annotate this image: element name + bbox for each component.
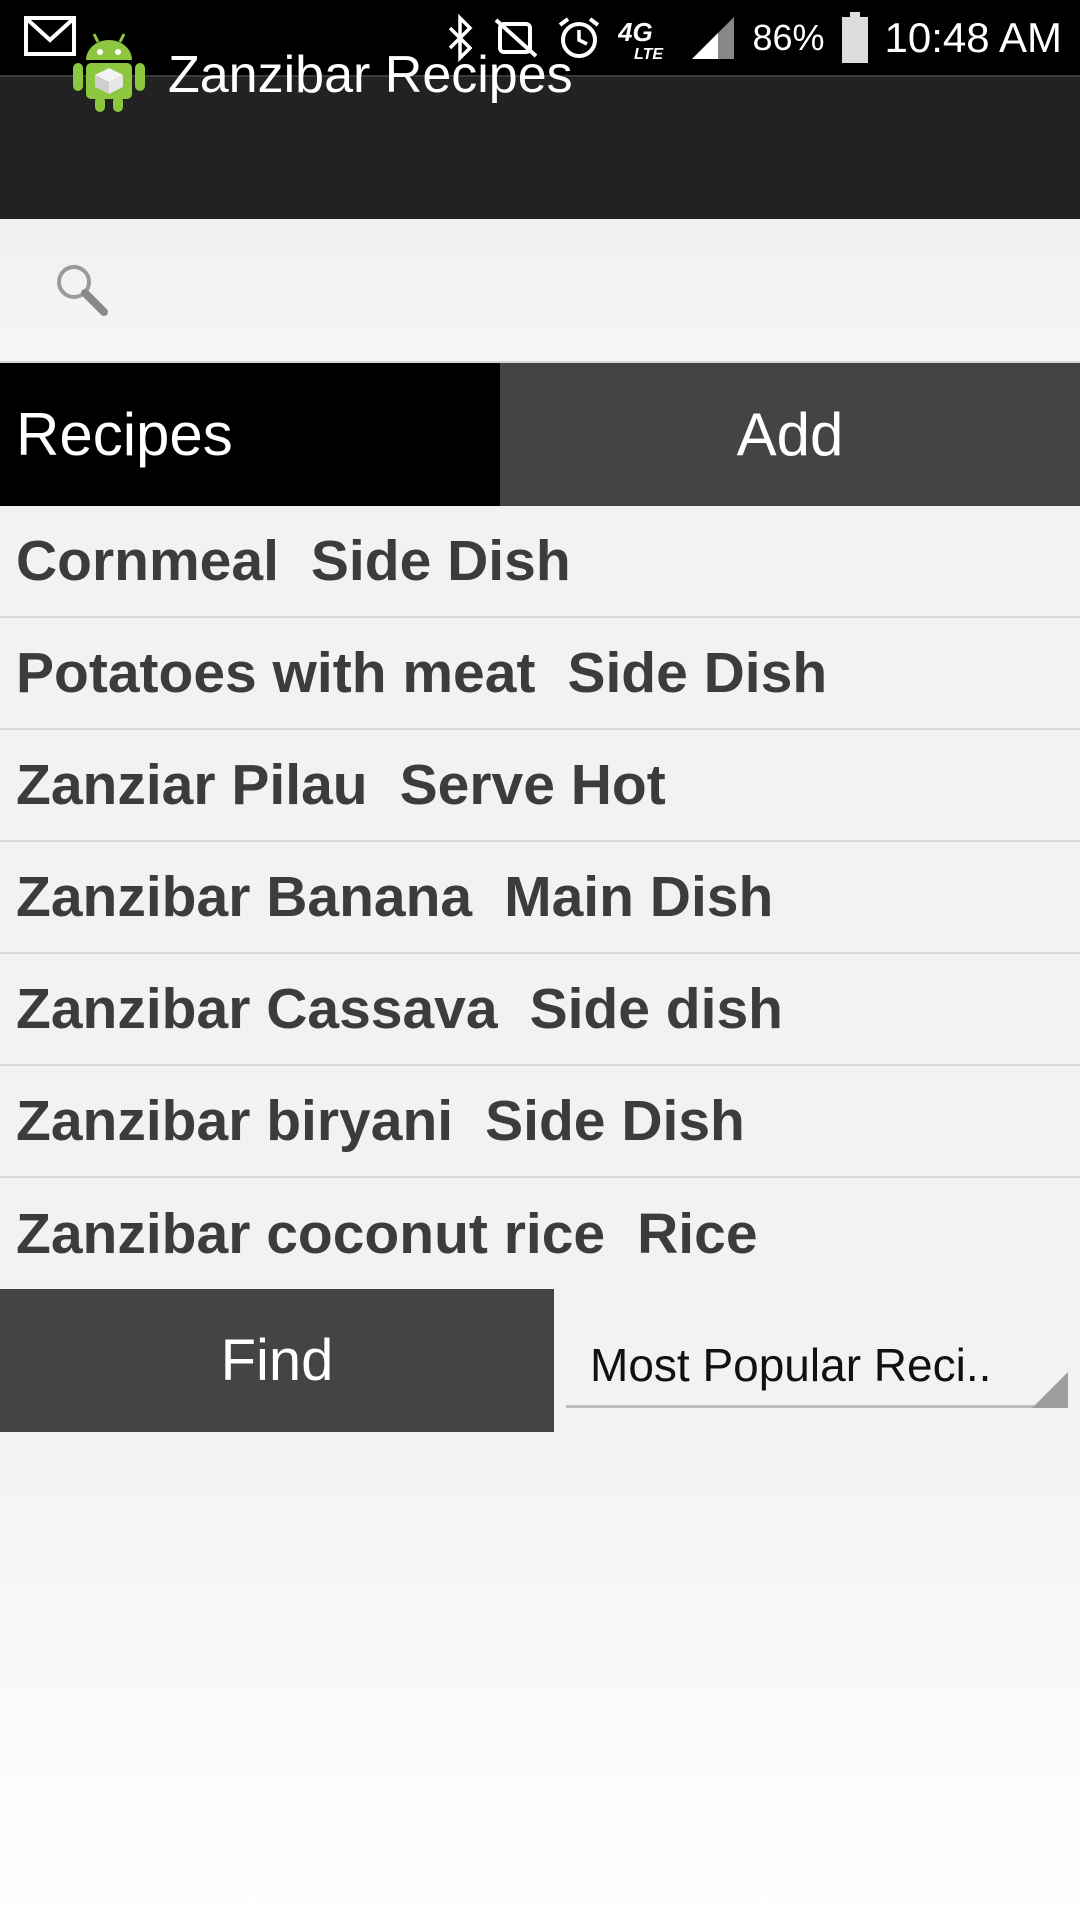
recipe-category: Side Dish [310, 529, 571, 593]
status-time: 10:48 AM [884, 13, 1062, 61]
battery-icon [841, 11, 869, 64]
list-item[interactable]: Zanzibar Cassava Side dish [0, 954, 1080, 1066]
screen: 4G LTE 86% 10:48 AM Zanzibar Recipes Rec… [0, 0, 1080, 1920]
recipe-name: Zanzibar Cassava [16, 977, 498, 1041]
recipe-name: Zanzibar coconut rice [16, 1202, 606, 1266]
tab-add[interactable]: Add [500, 363, 1080, 506]
search-icon[interactable] [52, 260, 112, 320]
recipe-category: Side Dish [485, 1089, 745, 1153]
battery-percentage: 86% [752, 16, 825, 58]
svg-text:4G: 4G [618, 17, 653, 47]
lte-icon: 4G LTE [618, 15, 674, 61]
find-button[interactable]: Find [0, 1289, 554, 1432]
find-button-label: Find [220, 1328, 334, 1393]
recipe-list: Cornmeal Side Dish Potatoes with meat Si… [0, 506, 1080, 1290]
list-item[interactable]: Cornmeal Side Dish [0, 506, 1080, 618]
recipe-name: Zanzibar biryani [16, 1089, 454, 1153]
signal-icon [690, 15, 736, 61]
recipe-category: Main Dish [504, 865, 774, 929]
recipe-category: Side Dish [567, 641, 828, 705]
tab-recipes[interactable]: Recipes [0, 363, 500, 506]
tab-recipes-label: Recipes [16, 401, 233, 468]
search-input[interactable] [130, 245, 1030, 335]
tab-add-label: Add [736, 401, 844, 468]
svg-text:LTE: LTE [634, 46, 664, 61]
list-item[interactable]: Zanzibar biryani Side Dish [0, 1066, 1080, 1178]
list-item[interactable]: Zanzibar Banana Main Dish [0, 842, 1080, 954]
list-item[interactable]: Potatoes with meat Side Dish [0, 618, 1080, 730]
empty-area [0, 1432, 1080, 1920]
recipe-category: Side dish [529, 977, 783, 1041]
list-item[interactable]: Zanziar Pilau Serve Hot [0, 730, 1080, 842]
gmail-icon [24, 16, 76, 56]
recipe-name: Cornmeal [16, 529, 279, 593]
app-title: Zanzibar Recipes [168, 46, 573, 104]
recipe-name: Zanziar Pilau [16, 753, 368, 817]
list-item[interactable]: Zanzibar coconut rice Rice [0, 1178, 1080, 1290]
recipe-name: Zanzibar Banana [16, 865, 473, 929]
android-icon [70, 30, 148, 114]
dropdown-arrow-icon [1032, 1372, 1068, 1408]
recipe-name: Potatoes with meat [16, 641, 536, 705]
recipe-category: Serve Hot [399, 753, 666, 817]
sort-dropdown[interactable]: Most Popular Reci.. [566, 1316, 1068, 1408]
recipe-category: Rice [637, 1202, 758, 1266]
sort-dropdown-value: Most Popular Reci.. [590, 1339, 992, 1391]
